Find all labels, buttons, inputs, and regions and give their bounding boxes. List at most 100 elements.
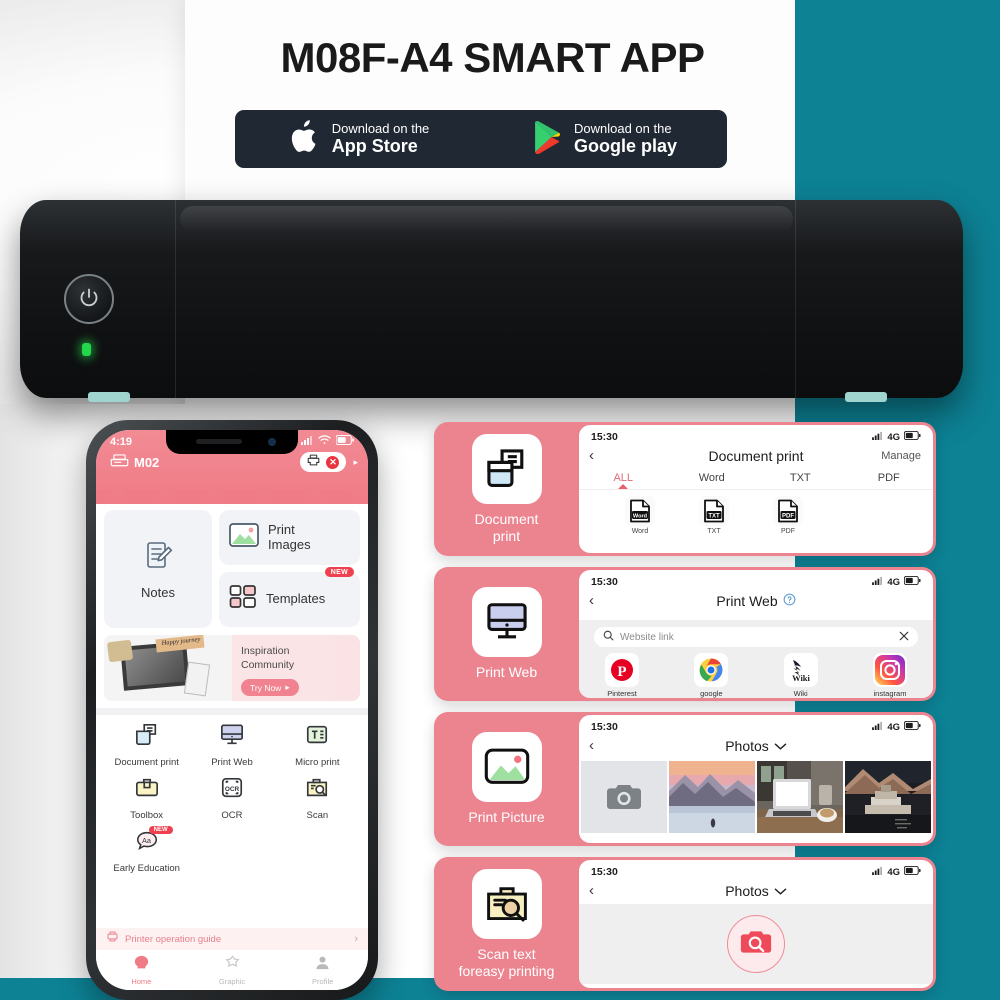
close-icon[interactable] — [899, 628, 909, 646]
grid-item-scan[interactable]: Scan — [275, 776, 360, 825]
search-input[interactable]: Website link — [593, 626, 919, 648]
led-indicator — [82, 343, 91, 356]
scan-camera-button[interactable] — [727, 915, 785, 973]
site-google[interactable]: google — [680, 653, 742, 698]
card-scan-text[interactable]: Scan text foreasy printing 15:30 4G ‹ Ph… — [434, 857, 936, 991]
expand-arrow-icon[interactable]: ▸ — [353, 457, 358, 468]
tile-templates[interactable]: NEW Templates — [219, 567, 360, 627]
mini-status-indicators: 4G — [872, 575, 921, 588]
grid-item-ocr[interactable]: OCR OCR — [189, 776, 274, 825]
svg-text:Aa: Aa — [142, 836, 152, 845]
tab-pdf[interactable]: PDF — [845, 469, 934, 489]
tab-word[interactable]: Word — [668, 469, 757, 489]
card-print-picture-caption: Print Picture — [468, 809, 544, 826]
tile-print-images[interactable]: Print Images — [219, 510, 360, 565]
tab-home[interactable]: Home — [96, 955, 187, 986]
google-play-button[interactable]: Download on the Google play — [481, 110, 727, 168]
grid-label-early-education: Early Education — [113, 863, 180, 874]
feature-icon-grid: Document print Print Web Micro print Too… — [104, 715, 360, 878]
battery-icon — [903, 430, 921, 443]
grid-item-early-education[interactable]: NEW Aa Early Education — [104, 826, 189, 878]
scan-camera-icon — [740, 928, 772, 961]
banner-title-line2: Community — [241, 659, 295, 672]
network-label: 4G — [887, 431, 900, 443]
tab-txt[interactable]: TXT — [756, 469, 845, 489]
mini-title-wrap[interactable]: Photos — [579, 883, 933, 899]
file-item-pdf[interactable]: PDF PDF — [773, 496, 803, 535]
tab-all[interactable]: ALL — [579, 469, 668, 489]
search-icon — [603, 628, 614, 646]
caption-line1: Print Picture — [468, 809, 545, 826]
battery-icon — [903, 865, 921, 878]
card-print-picture-screen: 15:30 4G ‹ Photos — [579, 715, 933, 843]
camera-tile[interactable] — [581, 761, 667, 833]
app-body: Notes Print Images NEW Templates Happy j… — [96, 504, 368, 878]
grid-item-micro-print[interactable]: Micro print — [275, 723, 360, 772]
file-item-word[interactable]: Word Word — [625, 496, 655, 535]
mini-time: 15:30 — [591, 866, 618, 878]
disconnect-icon[interactable]: ✕ — [326, 455, 340, 469]
tile-notes[interactable]: Notes — [104, 510, 212, 628]
app-store-line2: App Store — [331, 136, 418, 157]
page-title: M08F-A4 SMART APP — [280, 34, 706, 81]
image-icon — [229, 522, 259, 553]
printer-icon — [110, 453, 129, 471]
card-print-web[interactable]: Print Web 15:30 4G ‹ Print Web Website l… — [434, 567, 936, 701]
tab-graphic[interactable]: Graphic — [187, 954, 278, 986]
printer-operation-guide[interactable]: Printer operation guide › — [96, 928, 368, 950]
site-wiki[interactable]: Wiki Wiki — [770, 653, 832, 698]
power-icon — [79, 287, 99, 312]
signal-icon — [872, 866, 883, 878]
promo-header: M08F-A4 SMART APP Download on the App St… — [185, 0, 800, 200]
grid-item-document-print[interactable]: Document print — [104, 723, 189, 772]
mini-title: Photos — [725, 882, 769, 899]
network-label: 4G — [887, 866, 900, 878]
phone-screen: 4:19 M02 ✕ ▸ Notes Print Images NEW Temp… — [96, 430, 368, 990]
photo-palace-mountain[interactable] — [845, 761, 931, 833]
app-store-button[interactable]: Download on the App Store — [235, 110, 481, 168]
caption-line2: foreasy printing — [458, 962, 555, 979]
tab-profile[interactable]: Profile — [277, 955, 368, 986]
early-education-new-badge: NEW — [148, 826, 173, 834]
mini-time: 15:30 — [591, 721, 618, 733]
card-print-picture[interactable]: Print Picture 15:30 4G ‹ Photos — [434, 712, 936, 846]
connected-printer[interactable]: M02 — [110, 453, 160, 471]
site-instagram[interactable]: instagram — [859, 653, 921, 698]
mini-status-indicators: 4G — [872, 720, 921, 733]
file-label-txt: TXT — [707, 528, 721, 535]
google-play-label: Download on the Google play — [574, 121, 677, 157]
battery-icon — [903, 575, 921, 588]
try-now-button[interactable]: Try Now ▸ — [241, 679, 299, 697]
svg-text:Wiki: Wiki — [792, 673, 810, 683]
inspiration-banner[interactable]: Happy journey Inspiration Community Try … — [104, 635, 360, 701]
manage-link[interactable]: Manage — [881, 450, 921, 462]
card-print-web-left: Print Web — [434, 587, 579, 681]
photo-laptop-desk[interactable] — [757, 761, 843, 833]
google-play-icon — [531, 120, 563, 159]
power-button[interactable] — [64, 274, 114, 324]
card-document-print[interactable]: Document print 15:30 4G ‹ Document print… — [434, 422, 936, 556]
mini-title-wrap: Print Web — [579, 593, 933, 609]
guide-icon — [106, 930, 119, 948]
photo-mountain-lake[interactable] — [669, 761, 755, 833]
print-icon[interactable] — [307, 453, 320, 471]
printer-model-label: M02 — [134, 454, 160, 470]
printer-seam-right — [795, 200, 796, 398]
front-camera-icon — [268, 438, 276, 446]
monitor-icon — [219, 723, 245, 752]
mini-title-wrap[interactable]: Photos — [579, 738, 933, 754]
feature-cards: Document print 15:30 4G ‹ Document print… — [434, 422, 936, 1000]
grid-item-print-web[interactable]: Print Web — [189, 723, 274, 772]
help-icon[interactable] — [783, 593, 796, 609]
mini-time: 15:30 — [591, 576, 618, 588]
card-print-picture-left: Print Picture — [434, 732, 579, 826]
tile-print-images-label: Print Images — [268, 522, 311, 553]
grid-item-toolbox[interactable]: Toolbox — [104, 776, 189, 825]
printer-chip[interactable]: ✕ — [300, 452, 347, 472]
tile-column: Print Images NEW Templates — [219, 510, 360, 628]
scan-icon — [304, 776, 330, 805]
site-label-pinterest: Pinterest — [607, 689, 637, 698]
file-label-pdf: PDF — [781, 528, 795, 535]
file-item-txt[interactable]: TXT TXT — [699, 496, 729, 535]
site-pinterest[interactable]: P Pinterest — [591, 653, 653, 698]
